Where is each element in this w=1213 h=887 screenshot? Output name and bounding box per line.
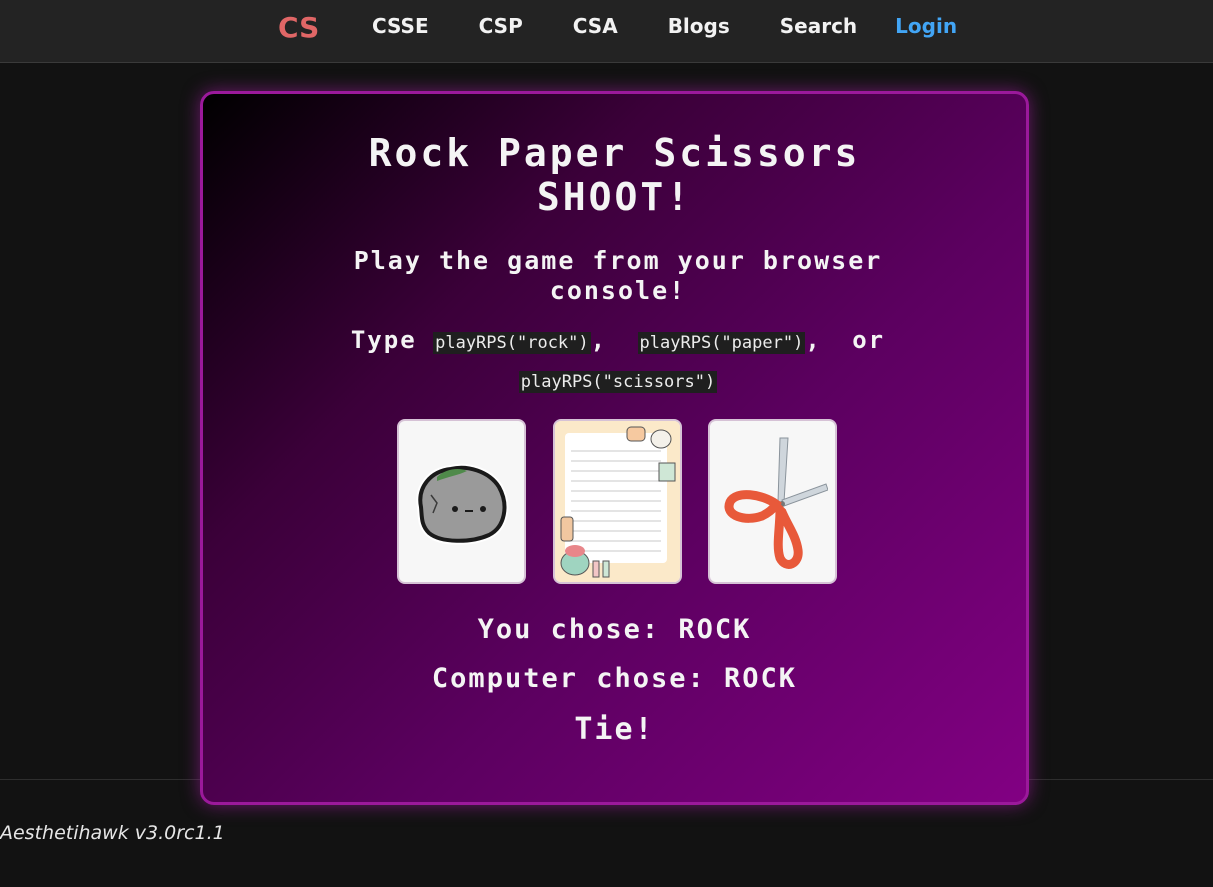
instructions: Type playRPS("rock"), playRPS("paper"), … [323,322,913,400]
cmd-rock: playRPS("rock") [433,332,591,354]
cmd-paper: playRPS("paper") [637,332,806,354]
title-line-1: Rock Paper Scissors [368,131,861,175]
or-text: or [852,326,886,354]
computer-chose-label: Computer chose: [431,663,706,694]
nav-link-blogs[interactable]: Blogs [668,14,730,38]
cmd-scissors: playRPS("scissors") [518,371,718,393]
nav-link-csp[interactable]: CSP [479,14,523,38]
rock-card[interactable] [397,419,526,584]
you-chose: You chose: ROCK [203,614,1026,645]
rock-image-icon [415,463,508,545]
game-title: Rock Paper Scissors SHOOT! [203,131,1026,219]
separator: , [590,326,608,354]
version-text: Aesthetihawk v3.0rc1.1 [0,822,225,844]
game-outcome: Tie! [574,712,655,747]
title-line-2: SHOOT! [536,175,693,219]
computer-chose: Computer chose: ROCK [203,663,1026,694]
cs-logo-icon[interactable]: CS [276,10,322,42]
scissors-card[interactable] [708,419,837,584]
scissors-image-icon [724,437,828,569]
nav-link-csa[interactable]: CSA [573,14,618,38]
svg-text:CS: CS [278,11,319,42]
nav-link-search[interactable]: Search [780,14,857,38]
game-subtitle: Play the game from your browser console! [353,246,883,305]
type-prefix: Type [350,326,417,354]
top-navbar: CS CSSE CSP CSA Blogs Search Login [0,0,1213,63]
game-card: Rock Paper Scissors SHOOT! Play the game… [200,91,1029,805]
paper-card[interactable] [552,419,682,584]
choice-cards [397,419,837,584]
computer-chose-value: ROCK [724,663,798,694]
you-chose-value: ROCK [678,614,752,645]
main-nav: CS CSSE CSP CSA Blogs Search Login [276,0,957,52]
login-link[interactable]: Login [895,14,957,38]
paper-image-icon [554,421,680,582]
nav-link-csse[interactable]: CSSE [372,14,429,38]
separator: , [805,326,822,354]
you-chose-label: You chose: [477,614,661,645]
